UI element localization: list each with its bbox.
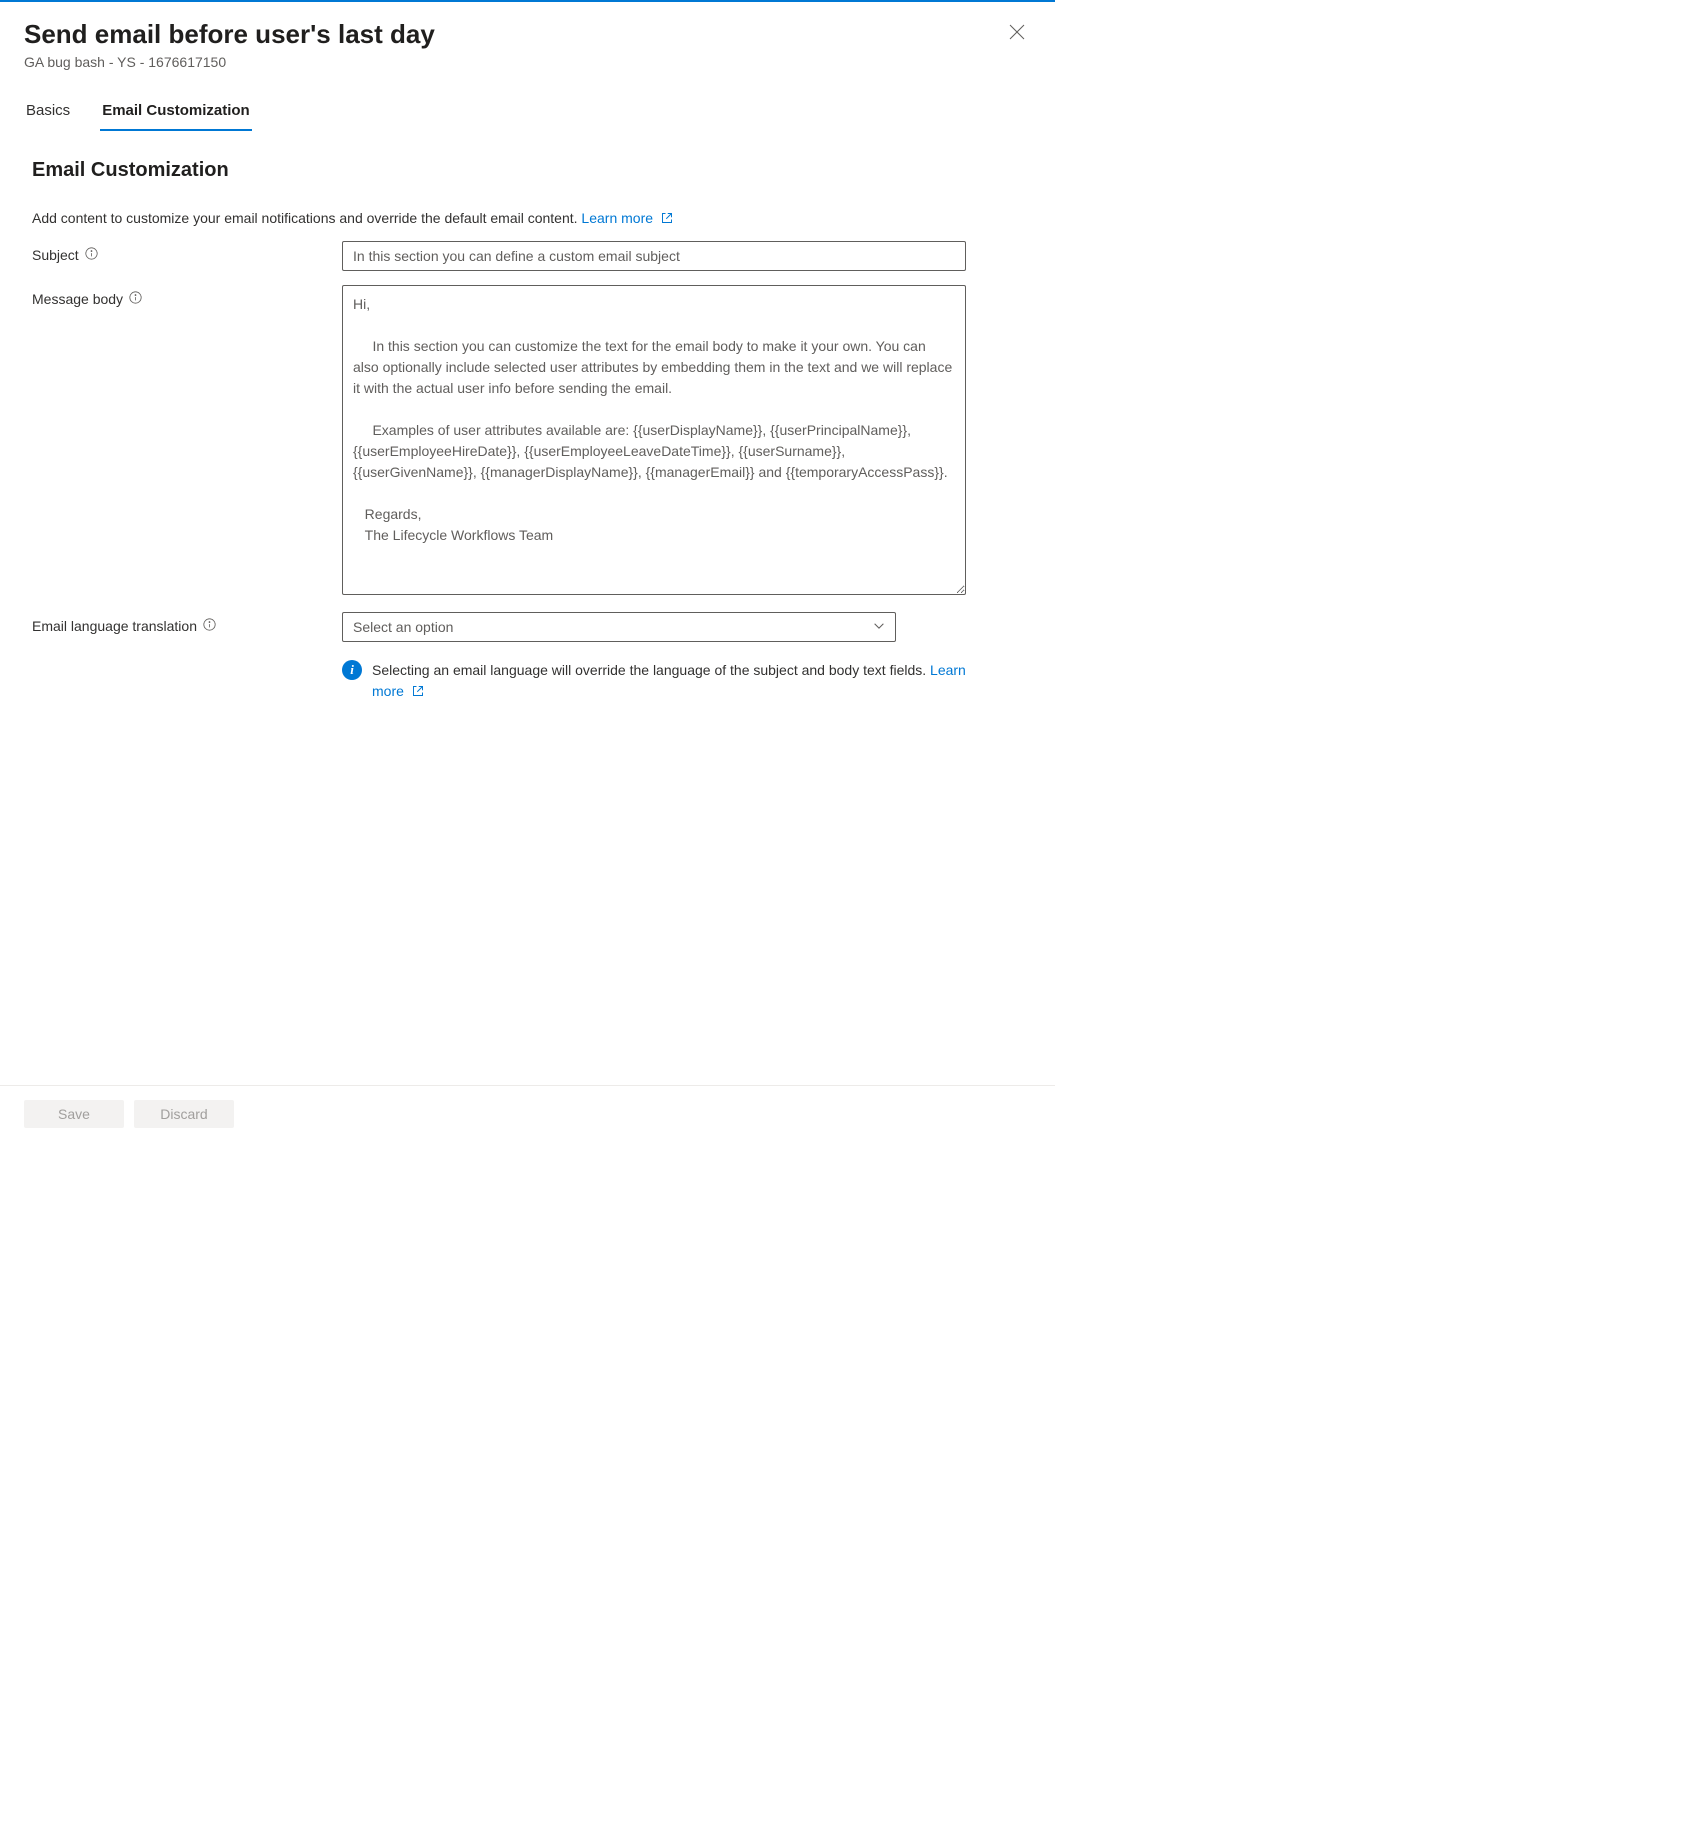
external-link-icon bbox=[661, 211, 673, 227]
close-icon bbox=[1009, 24, 1025, 43]
message-body-label: Message body bbox=[32, 285, 342, 598]
learn-more-link[interactable]: Learn more bbox=[581, 210, 672, 226]
language-info-text: Selecting an email language will overrid… bbox=[372, 660, 966, 704]
external-link-icon bbox=[412, 682, 424, 704]
message-body-label-text: Message body bbox=[32, 291, 123, 307]
info-icon[interactable] bbox=[203, 618, 216, 631]
footer: Save Discard bbox=[0, 1085, 1055, 1142]
tab-basics[interactable]: Basics bbox=[24, 102, 72, 131]
email-language-label: Email language translation bbox=[32, 612, 342, 704]
section-title: Email Customization bbox=[32, 159, 1031, 182]
email-language-select[interactable]: Select an option bbox=[342, 612, 896, 642]
page-title: Send email before user's last day bbox=[24, 18, 435, 52]
subject-label-text: Subject bbox=[32, 247, 79, 263]
email-language-label-text: Email language translation bbox=[32, 618, 197, 634]
tab-email-customization[interactable]: Email Customization bbox=[100, 102, 252, 131]
page-subtitle: GA bug bash - YS - 1676617150 bbox=[24, 54, 435, 70]
info-icon[interactable] bbox=[85, 247, 98, 260]
tabs: Basics Email Customization bbox=[24, 102, 1031, 131]
learn-more-label: Learn more bbox=[581, 210, 653, 226]
close-button[interactable] bbox=[1003, 18, 1031, 49]
info-icon[interactable] bbox=[129, 291, 142, 304]
section-description: Add content to customize your email noti… bbox=[32, 210, 1031, 227]
language-info-text-content: Selecting an email language will overrid… bbox=[372, 662, 926, 678]
save-button[interactable]: Save bbox=[24, 1100, 124, 1128]
subject-input[interactable] bbox=[342, 241, 966, 271]
info-badge-icon: i bbox=[342, 660, 362, 680]
description-text: Add content to customize your email noti… bbox=[32, 210, 578, 226]
discard-button[interactable]: Discard bbox=[134, 1100, 234, 1128]
message-body-input[interactable] bbox=[342, 285, 966, 595]
subject-label: Subject bbox=[32, 241, 342, 271]
